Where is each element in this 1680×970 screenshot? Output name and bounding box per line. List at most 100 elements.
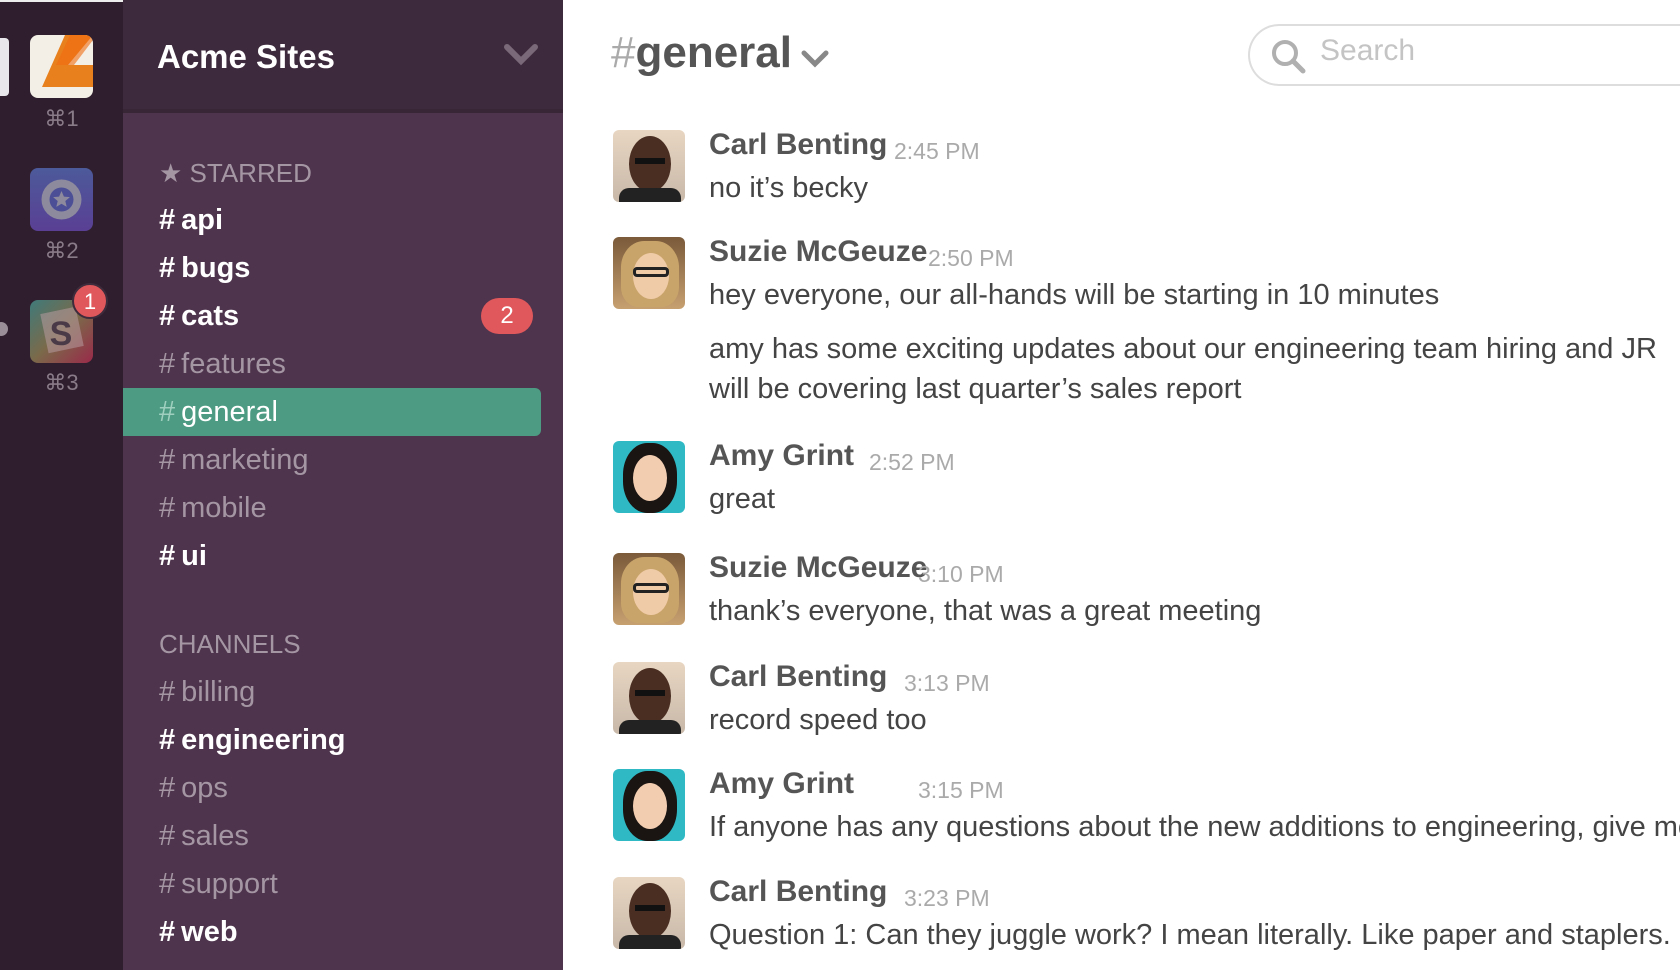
chevron-down-icon[interactable] bbox=[799, 46, 831, 72]
message-text: record speed too bbox=[709, 704, 927, 736]
hash-icon: # bbox=[159, 348, 176, 380]
hash-icon: # bbox=[159, 540, 176, 572]
unread-badge: 2 bbox=[481, 298, 533, 334]
channel-label: api bbox=[181, 204, 224, 236]
channel-label: support bbox=[181, 868, 278, 900]
star-badge-logo-icon bbox=[41, 179, 82, 220]
chevron-down-icon bbox=[504, 44, 538, 66]
sidebar-item-mobile[interactable]: # mobile bbox=[123, 484, 541, 532]
sidebar-item-engineering[interactable]: # engineering bbox=[123, 716, 541, 764]
channel-title[interactable]: #general bbox=[611, 28, 792, 78]
message-text: hey everyone, our all-hands will be star… bbox=[709, 279, 1440, 311]
channel-name: general bbox=[635, 28, 792, 77]
message-text: Question 1: Can they juggle work? I mean… bbox=[709, 919, 1671, 951]
channel-label: features bbox=[181, 348, 286, 380]
timestamp[interactable]: 3:10 PM bbox=[918, 561, 1004, 588]
timestamp[interactable]: 3:13 PM bbox=[904, 670, 990, 697]
team-1-button[interactable] bbox=[30, 35, 93, 98]
message-text: no it’s becky bbox=[709, 172, 869, 204]
star-icon: ★ bbox=[159, 158, 183, 188]
team-2-shortcut: ⌘2 bbox=[44, 238, 79, 263]
active-team-indicator bbox=[0, 38, 9, 96]
channel-label: cats bbox=[181, 300, 240, 332]
sidebar-item-marketing[interactable]: # marketing bbox=[123, 436, 541, 484]
sidebar-item-support[interactable]: # support bbox=[123, 860, 541, 908]
hash-icon: # bbox=[159, 724, 176, 756]
search-box[interactable] bbox=[1248, 24, 1680, 86]
sidebar-item-ui[interactable]: # ui bbox=[123, 532, 541, 580]
orange-logo-icon bbox=[42, 35, 93, 87]
message-pane: #general Carl Benting 2:45 PM no it’s beck… bbox=[563, 0, 1680, 970]
team-3-unread-badge: 1 bbox=[72, 283, 108, 319]
sidebar-item-general[interactable]: # general bbox=[123, 388, 541, 436]
team-switcher: ⌘1 ⌘2 S 1 ⌘3 bbox=[0, 0, 162, 970]
sidebar-item-features[interactable]: # features bbox=[123, 340, 541, 388]
author-name[interactable]: Amy Grint bbox=[709, 439, 854, 473]
avatar[interactable] bbox=[613, 553, 685, 625]
channel-label: web bbox=[181, 916, 238, 948]
svg-text:S: S bbox=[50, 315, 73, 353]
hash-icon: # bbox=[159, 868, 176, 900]
channel-label: mobile bbox=[181, 492, 267, 524]
channel-label: billing bbox=[181, 676, 256, 708]
timestamp[interactable]: 2:52 PM bbox=[869, 449, 955, 476]
channel-label: sales bbox=[181, 820, 249, 852]
author-name[interactable]: Carl Benting bbox=[709, 875, 887, 909]
hash-icon: # bbox=[159, 204, 176, 236]
avatar[interactable] bbox=[613, 877, 685, 949]
starred-section-header[interactable]: ★ STARRED bbox=[159, 158, 312, 189]
hash-icon: # bbox=[159, 300, 176, 332]
hash-icon: # bbox=[159, 492, 176, 524]
avatar[interactable] bbox=[613, 237, 685, 309]
team-3-shortcut: ⌘3 bbox=[44, 370, 79, 395]
channel-label: ui bbox=[181, 540, 207, 572]
channels-section-header[interactable]: CHANNELS bbox=[159, 629, 301, 660]
avatar[interactable] bbox=[613, 130, 685, 202]
hash-icon: # bbox=[159, 396, 176, 428]
team-name: Acme Sites bbox=[157, 38, 335, 75]
sidebar-item-bugs[interactable]: # bugs bbox=[123, 244, 541, 292]
channel-label: engineering bbox=[181, 724, 346, 756]
hash-icon: # bbox=[159, 820, 176, 852]
hash-symbol: # bbox=[611, 28, 636, 77]
message-text: If anyone has any questions about the ne… bbox=[709, 811, 1680, 843]
timestamp[interactable]: 3:15 PM bbox=[918, 777, 1004, 804]
sidebar-item-sales[interactable]: # sales bbox=[123, 812, 541, 860]
sidebar-item-billing[interactable]: # billing bbox=[123, 668, 541, 716]
section-label: STARRED bbox=[189, 158, 312, 188]
avatar[interactable] bbox=[613, 441, 685, 513]
unread-dot bbox=[0, 322, 8, 336]
timestamp[interactable]: 2:45 PM bbox=[894, 138, 980, 165]
hash-icon: # bbox=[159, 252, 176, 284]
channel-label: general bbox=[181, 396, 278, 428]
sidebar-item-web[interactable]: # web bbox=[123, 908, 541, 956]
author-name[interactable]: Suzie McGeuze bbox=[709, 551, 927, 585]
author-name[interactable]: Carl Benting bbox=[709, 660, 887, 694]
message-text: amy has some exciting updates about our … bbox=[709, 333, 1657, 365]
sidebar-item-api[interactable]: # api bbox=[123, 196, 541, 244]
author-name[interactable]: Carl Benting bbox=[709, 128, 887, 162]
author-name[interactable]: Suzie McGeuze bbox=[709, 235, 927, 269]
timestamp[interactable]: 3:23 PM bbox=[904, 885, 990, 912]
hash-icon: # bbox=[159, 772, 176, 804]
search-input[interactable] bbox=[1320, 34, 1680, 68]
channel-label: bugs bbox=[181, 252, 251, 284]
author-name[interactable]: Amy Grint bbox=[709, 767, 854, 801]
avatar[interactable] bbox=[613, 662, 685, 734]
channel-sidebar: Acme Sites ★ STARRED CHANNELS # api # bugs #… bbox=[123, 0, 563, 970]
avatar[interactable] bbox=[613, 769, 685, 841]
search-icon bbox=[1272, 40, 1306, 74]
team-menu-button[interactable]: Acme Sites bbox=[123, 0, 563, 113]
hash-icon: # bbox=[159, 676, 176, 708]
team-2-button[interactable] bbox=[30, 168, 93, 231]
sidebar-item-cats[interactable]: # cats 2 bbox=[123, 292, 541, 340]
sidebar-item-ops[interactable]: # ops bbox=[123, 764, 541, 812]
channel-label: marketing bbox=[181, 444, 309, 476]
message-text: great bbox=[709, 483, 776, 515]
timestamp[interactable]: 2:50 PM bbox=[928, 245, 1014, 272]
team-1-shortcut: ⌘1 bbox=[44, 106, 79, 131]
channel-label: ops bbox=[181, 772, 228, 804]
hash-icon: # bbox=[159, 916, 176, 948]
hash-icon: # bbox=[159, 444, 176, 476]
message-text: will be covering last quarter’s sales re… bbox=[709, 373, 1242, 405]
